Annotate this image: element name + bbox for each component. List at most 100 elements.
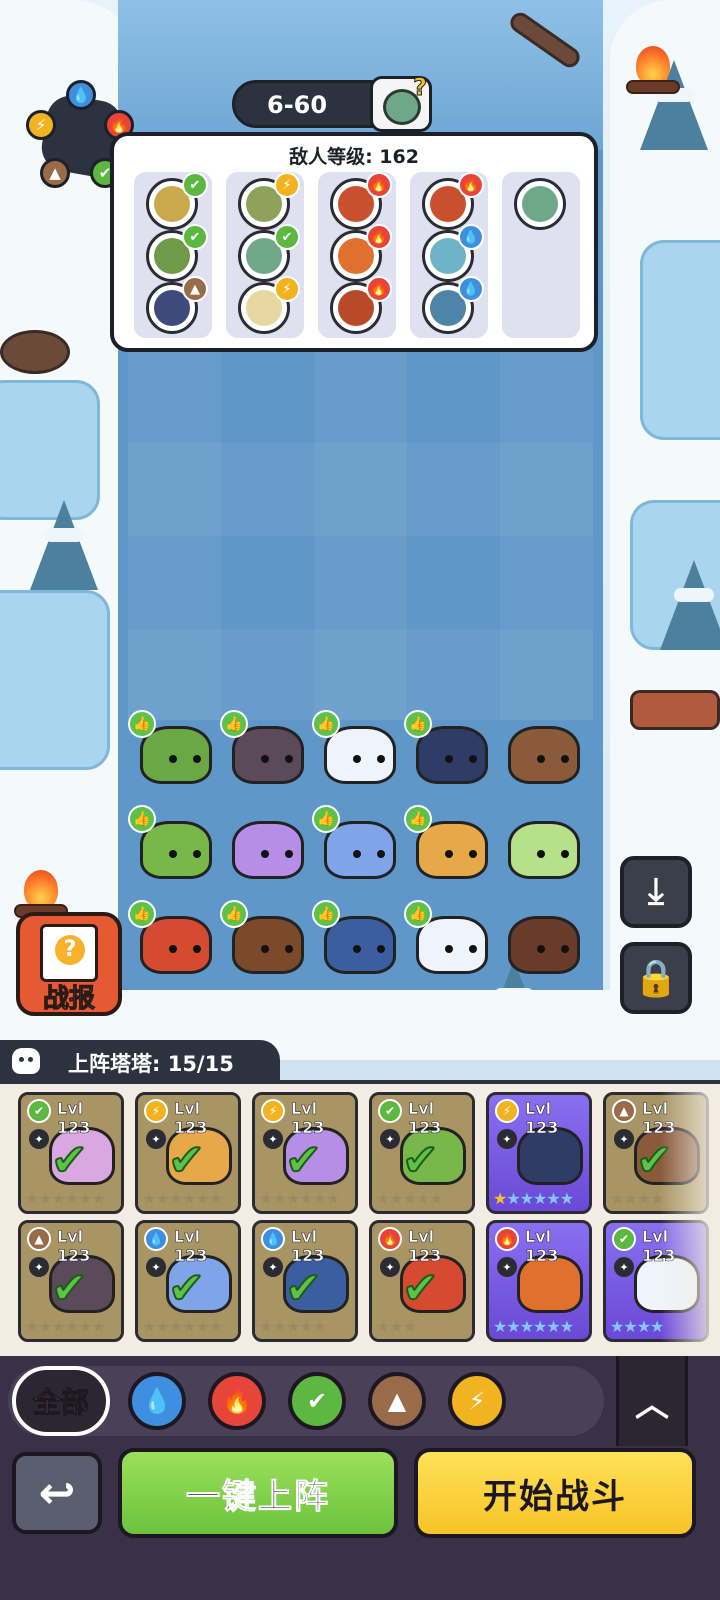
roster-card[interactable]: 🔥 Lvl 123 ✦ ✔ ★★★ xyxy=(369,1220,475,1342)
water-icon: 💧 xyxy=(66,80,96,110)
star-icon: ★ xyxy=(168,1317,183,1336)
lock-icon: 🔒 xyxy=(633,958,679,999)
roster-card[interactable]: ⚡ Lvl 123 ✦ ★★★★★★ xyxy=(486,1092,592,1214)
check-icon: ✔ xyxy=(167,1134,206,1187)
star-icon: ★ xyxy=(376,1317,390,1336)
star-rating: ★★★★★★ xyxy=(25,1189,106,1208)
star-rating: ★★★★★★ xyxy=(493,1189,574,1208)
thumbs-up-icon: 👍 xyxy=(128,805,156,833)
download-icon: ⤓ xyxy=(648,871,664,912)
ice-block xyxy=(0,380,100,520)
star-icon: ★ xyxy=(38,1317,52,1336)
creature-eye xyxy=(445,945,453,953)
roster-card[interactable]: ⚡ Lvl 123 ✦ ✔ ★★★★★★ xyxy=(252,1092,358,1214)
boss-info-button[interactable]: ? xyxy=(370,73,432,132)
action-bar: ↩ 一键上阵 开始战斗 xyxy=(0,1446,720,1600)
cat-face-icon xyxy=(12,1048,40,1074)
element-filter-bar: 全部 💧 🔥 ✔ ▲ ⚡ xyxy=(0,1356,720,1446)
star-icon: ★ xyxy=(91,1189,106,1208)
star-icon: ★ xyxy=(142,1189,156,1208)
roster-card[interactable]: ⚡ Lvl 123 ✦ ✔ ★★★★★★ xyxy=(135,1092,241,1214)
role-icon: ✦ xyxy=(263,1129,283,1149)
lock-formation-button[interactable]: 🔒 xyxy=(620,942,692,1014)
role-icon: ✦ xyxy=(497,1257,517,1277)
star-icon: ★ xyxy=(285,1189,300,1208)
roster-card[interactable]: ▲ Lvl 123 ✦ ✔ ★★★★★★ xyxy=(18,1220,124,1342)
star-icon: ★ xyxy=(272,1317,286,1336)
expand-roster-button[interactable]: ︿ xyxy=(616,1356,688,1446)
roster-card[interactable]: 💧 Lvl 123 ✦ ✔ ★★★★★ xyxy=(252,1220,358,1342)
filter-lightning-icon[interactable]: ⚡ xyxy=(448,1372,506,1430)
thumbs-up-icon: 👍 xyxy=(128,900,156,928)
star-icon: ★ xyxy=(402,1317,417,1336)
thumbs-up-icon: 👍 xyxy=(404,900,432,928)
field-creature[interactable] xyxy=(500,811,586,881)
star-icon: ★ xyxy=(623,1317,637,1336)
star-icon: ★ xyxy=(51,1317,66,1336)
filter-water-icon[interactable]: 💧 xyxy=(128,1372,186,1430)
roster-count: 上阵塔塔: 15/15 xyxy=(68,1052,234,1076)
roster-card[interactable]: 💧 Lvl 123 ✦ ✔ ★★★★★★ xyxy=(135,1220,241,1342)
roster-card[interactable]: 🔥 Lvl 123 ✦ ★★★★★★ xyxy=(486,1220,592,1342)
placement-grid xyxy=(128,350,593,720)
creature-eye xyxy=(537,945,545,953)
level-label: Lvl 123 xyxy=(174,1099,208,1138)
roster-panel[interactable]: ✔ Lvl 123 ✦ ✔ ★★★★★★ ⚡ Lvl 123 ✦ ✔ ★★★★★★ ⚡ Lvl 123… xyxy=(0,1080,720,1356)
star-icon: ★ xyxy=(78,1317,92,1336)
star-icon: ★ xyxy=(533,1317,547,1336)
thumbs-up-icon: 👍 xyxy=(312,710,340,738)
star-icon: ★ xyxy=(78,1189,92,1208)
start-battle-button[interactable]: 开始战斗 xyxy=(414,1448,696,1538)
earth-icon: ▲ xyxy=(182,276,208,302)
grass-icon: ✔ xyxy=(612,1227,636,1251)
star-icon: ★ xyxy=(389,1189,403,1208)
star-icon: ★ xyxy=(91,1317,106,1336)
fire-icon: 🔥 xyxy=(495,1227,519,1251)
field-creature[interactable] xyxy=(500,906,586,976)
check-icon: ✔ xyxy=(401,1134,440,1187)
field-creature[interactable] xyxy=(500,716,586,786)
thumbs-up-icon: 👍 xyxy=(404,805,432,833)
star-icon: ★ xyxy=(559,1317,574,1336)
ice-block xyxy=(0,590,110,770)
star-icon: ★ xyxy=(38,1189,52,1208)
field-creature[interactable] xyxy=(224,811,310,881)
campfire xyxy=(626,46,680,96)
tire-ring xyxy=(0,330,70,374)
roster-card[interactable]: ✔ Lvl 123 ✦ ✔ ★★★★★ xyxy=(369,1092,475,1214)
thumbs-up-icon: 👍 xyxy=(220,710,248,738)
lightning-icon: ⚡ xyxy=(144,1099,168,1123)
star-rating: ★★★★★★ xyxy=(142,1317,223,1336)
download-formation-button[interactable]: ⤓ xyxy=(620,856,692,928)
star-icon: ★ xyxy=(312,1189,326,1208)
star-icon: ★ xyxy=(559,1189,574,1208)
creature-body xyxy=(508,821,580,879)
enemy-column: 🔥 🔥 🔥 xyxy=(318,172,396,338)
battle-report-button[interactable]: ? 战报 xyxy=(16,912,122,1016)
star-rating: ★★★★★ xyxy=(259,1317,327,1336)
role-icon: ✦ xyxy=(380,1257,400,1277)
star-icon: ★ xyxy=(51,1189,66,1208)
filter-grass-icon[interactable]: ✔ xyxy=(288,1372,346,1430)
auto-deploy-button[interactable]: 一键上阵 xyxy=(118,1448,398,1538)
creature-eye xyxy=(169,850,177,858)
creature-eye xyxy=(377,755,385,763)
filter-all-button[interactable]: 全部 xyxy=(12,1366,110,1436)
enemy-portrait[interactable] xyxy=(514,178,566,230)
thumbs-up-icon: 👍 xyxy=(404,710,432,738)
star-icon: ★ xyxy=(155,1317,169,1336)
filter-earth-icon[interactable]: ▲ xyxy=(368,1372,426,1430)
filter-fire-icon[interactable]: 🔥 xyxy=(208,1372,266,1430)
pine-tree xyxy=(660,560,720,650)
chevron-up-icon: ︿ xyxy=(635,1384,669,1425)
creature-eye xyxy=(353,850,361,858)
star-icon: ★ xyxy=(182,1317,196,1336)
star-icon: ★ xyxy=(429,1189,443,1208)
back-button[interactable]: ↩ xyxy=(12,1452,102,1534)
creature-eye xyxy=(561,755,569,763)
star-icon: ★ xyxy=(195,1189,209,1208)
creature-eye xyxy=(469,945,477,953)
star-rating: ★★★★ xyxy=(610,1189,664,1208)
roster-card[interactable]: ✔ Lvl 123 ✦ ✔ ★★★★★★ xyxy=(18,1092,124,1214)
star-icon: ★ xyxy=(208,1189,223,1208)
